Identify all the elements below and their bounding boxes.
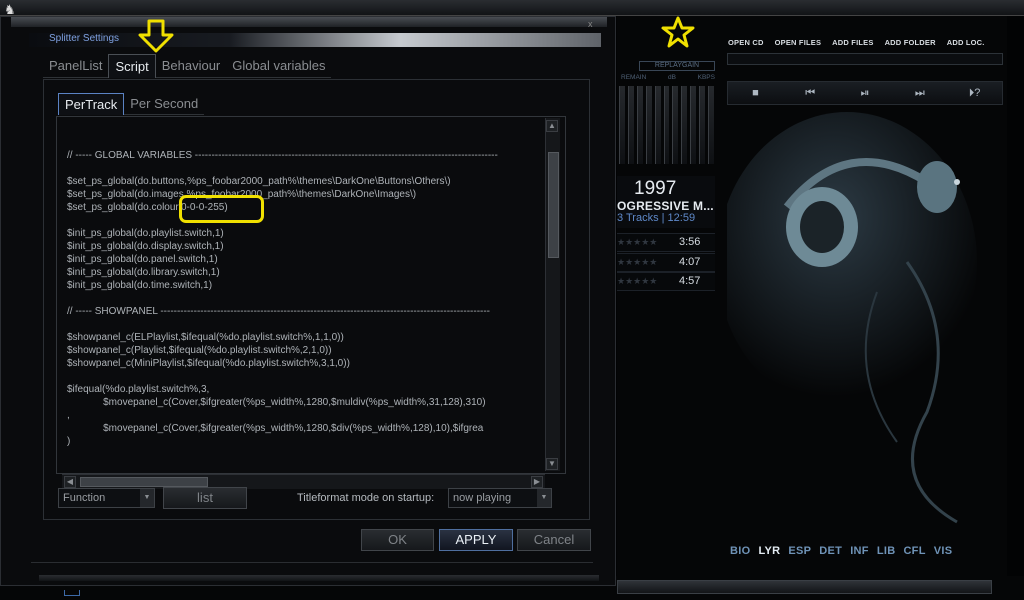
player-top-strip bbox=[0, 0, 1024, 16]
script-line: // ----- GLOBAL VARIABLES --------------… bbox=[67, 150, 498, 161]
album-genre: OGRESSIVE M... bbox=[617, 199, 714, 213]
eq-label: REMAIN bbox=[621, 74, 647, 81]
taskbar-marker bbox=[64, 590, 80, 596]
script-line: $ifequal(%do.playlist.switch%,3, bbox=[67, 384, 210, 395]
vertical-scroll-thumb[interactable] bbox=[548, 152, 559, 258]
scroll-left-icon[interactable]: ◀ bbox=[64, 476, 76, 488]
chevron-down-icon[interactable]: ▼ bbox=[140, 489, 154, 507]
play-pause-icon[interactable]: ⏯ bbox=[850, 87, 880, 100]
track-duration: 4:57 bbox=[679, 275, 701, 287]
panel-tab-lib[interactable]: LIB bbox=[877, 545, 896, 557]
titleformat-select-value: now playing bbox=[453, 492, 512, 504]
seek-bar[interactable] bbox=[617, 580, 992, 594]
dialog-tabs: PanelList Script Behaviour Global variab… bbox=[43, 54, 332, 78]
list-button[interactable]: list bbox=[163, 487, 247, 509]
function-select-value: Function bbox=[63, 492, 106, 504]
track-row[interactable]: ★★★★★ 3:56 bbox=[617, 233, 715, 252]
script-line: $showpanel_c(MiniPlaylist,$ifequal(%do.p… bbox=[67, 358, 350, 369]
dialog-frame-top bbox=[11, 17, 607, 27]
script-line: $init_ps_global(do.time.switch,1) bbox=[67, 280, 213, 291]
player-top-buttons: OPEN CD OPEN FILES ADD FILES ADD FOLDER ADD … bbox=[728, 38, 996, 52]
script-line: $showpanel_c(Playlist,$ifequal(%do.playl… bbox=[67, 345, 332, 356]
panel-tabs: BIO LYR ESP DET INF LIB CFL VIS bbox=[730, 545, 952, 557]
script-line: $set_ps_global(do.buttons,%ps_foobar2000… bbox=[67, 176, 451, 187]
script-line: $init_ps_global(do.display.switch,1) bbox=[67, 241, 224, 252]
script-line: $showpanel_c(ELPlaylist,$ifequal(%do.pla… bbox=[67, 332, 344, 343]
eq-labels: REPLAYGAIN REMAIN dB KBPS bbox=[617, 61, 715, 83]
tab-global-variables[interactable]: Global variables bbox=[226, 54, 332, 78]
rating-stars[interactable]: ★★★★★ bbox=[617, 257, 657, 268]
titleformat-label: Titleformat mode on startup: bbox=[297, 492, 435, 504]
rating-stars[interactable]: ★★★★★ bbox=[617, 237, 657, 248]
tab-panellist[interactable]: PanelList bbox=[43, 54, 109, 78]
function-select[interactable]: Function ▼ bbox=[58, 488, 155, 508]
top-button-open-files[interactable]: OPEN FILES bbox=[775, 38, 822, 52]
dialog-title: Splitter Settings bbox=[49, 33, 120, 44]
headphone-artwork bbox=[727, 112, 1003, 532]
eq-label: KBPS bbox=[697, 74, 715, 81]
location-bar[interactable] bbox=[727, 53, 1003, 65]
script-subtabs: PerTrack Per Second bbox=[58, 93, 205, 115]
chevron-down-icon[interactable]: ▼ bbox=[537, 489, 551, 507]
horizontal-scrollbar[interactable] bbox=[62, 474, 545, 489]
transport-controls: ■ ⏮ ⏯ ⏭ ⏵? bbox=[727, 81, 1003, 105]
script-line: $movepanel_c(Cover,$ifgreater(%ps_width%… bbox=[67, 397, 486, 408]
titleformat-select[interactable]: now playing ▼ bbox=[448, 488, 552, 508]
top-button-add-files[interactable]: ADD FILES bbox=[832, 38, 873, 52]
vertical-scrollbar[interactable] bbox=[545, 118, 560, 471]
script-line: // ----- SHOWPANEL ---------------------… bbox=[67, 306, 491, 317]
next-icon[interactable]: ⏭ bbox=[905, 87, 935, 100]
cancel-button[interactable]: Cancel bbox=[517, 529, 591, 551]
track-duration: 4:07 bbox=[679, 256, 701, 268]
script-line: , bbox=[67, 410, 70, 421]
eq-label: dB bbox=[667, 74, 676, 81]
replaygain-label: REPLAYGAIN bbox=[639, 61, 715, 71]
tab-script[interactable]: Script bbox=[108, 54, 156, 78]
rating-stars[interactable]: ★★★★★ bbox=[617, 276, 657, 287]
random-icon[interactable]: ⏵? bbox=[960, 87, 990, 100]
dialog-bottom-bar bbox=[39, 575, 599, 581]
script-line: ) bbox=[67, 436, 71, 447]
scroll-down-icon[interactable]: ▼ bbox=[546, 458, 558, 470]
script-editor[interactable]: // ----- GLOBAL VARIABLES --------------… bbox=[62, 118, 544, 456]
panel-tab-bio[interactable]: BIO bbox=[730, 545, 750, 557]
top-button-add-folder[interactable]: ADD FOLDER bbox=[885, 38, 936, 52]
script-line: $init_ps_global(do.library.switch,1) bbox=[67, 267, 220, 278]
top-button-add-loc[interactable]: ADD LOC. bbox=[947, 38, 985, 52]
top-button-open-cd[interactable]: OPEN CD bbox=[728, 38, 764, 52]
track-row[interactable]: ★★★★★ 4:57 bbox=[617, 272, 715, 291]
panel-tab-vis[interactable]: VIS bbox=[934, 545, 953, 557]
ok-button[interactable]: OK bbox=[361, 529, 434, 551]
tab-behaviour[interactable]: Behaviour bbox=[155, 54, 227, 78]
script-line: $init_ps_global(do.panel.switch,1) bbox=[67, 254, 218, 265]
subtab-per-second[interactable]: Per Second bbox=[124, 93, 205, 115]
apply-button[interactable]: APPLY bbox=[439, 529, 513, 551]
close-icon[interactable]: x bbox=[588, 19, 593, 29]
track-duration: 3:56 bbox=[679, 236, 701, 248]
horizontal-scroll-thumb[interactable] bbox=[80, 477, 208, 487]
scroll-up-icon[interactable]: ▲ bbox=[546, 120, 558, 132]
previous-icon[interactable]: ⏮ bbox=[795, 87, 825, 100]
eq-sub-labels: REMAIN dB KBPS bbox=[621, 74, 715, 81]
panel-tab-lyr[interactable]: LYR bbox=[758, 545, 780, 557]
logo-icon[interactable]: ♞ bbox=[4, 3, 20, 17]
subtab-pertrack[interactable]: PerTrack bbox=[58, 93, 125, 115]
dialog-separator bbox=[31, 562, 593, 563]
scroll-right-icon[interactable]: ▶ bbox=[531, 476, 543, 488]
stop-icon[interactable]: ■ bbox=[740, 87, 770, 99]
script-line: $movepanel_c(Cover,$ifgreater(%ps_width%… bbox=[67, 423, 484, 434]
album-year: 1997 bbox=[634, 178, 677, 199]
splitter-settings-dialog: Splitter Settings x PanelList Script Beh… bbox=[0, 16, 616, 586]
star-annotation-icon bbox=[661, 15, 695, 49]
panel-tab-cfl[interactable]: CFL bbox=[903, 545, 925, 557]
highlight-annotation bbox=[179, 195, 264, 223]
panel-tab-det[interactable]: DET bbox=[819, 545, 842, 557]
panel-tab-esp[interactable]: ESP bbox=[788, 545, 811, 557]
panel-tab-inf[interactable]: INF bbox=[850, 545, 869, 557]
eq-bars bbox=[619, 86, 714, 164]
album-track-count: 3 Tracks | 12:59 bbox=[617, 212, 696, 224]
arrow-down-annotation-icon bbox=[137, 19, 175, 53]
script-line: $init_ps_global(do.playlist.switch,1) bbox=[67, 228, 224, 239]
track-row[interactable]: ★★★★★ 4:07 bbox=[617, 253, 715, 272]
